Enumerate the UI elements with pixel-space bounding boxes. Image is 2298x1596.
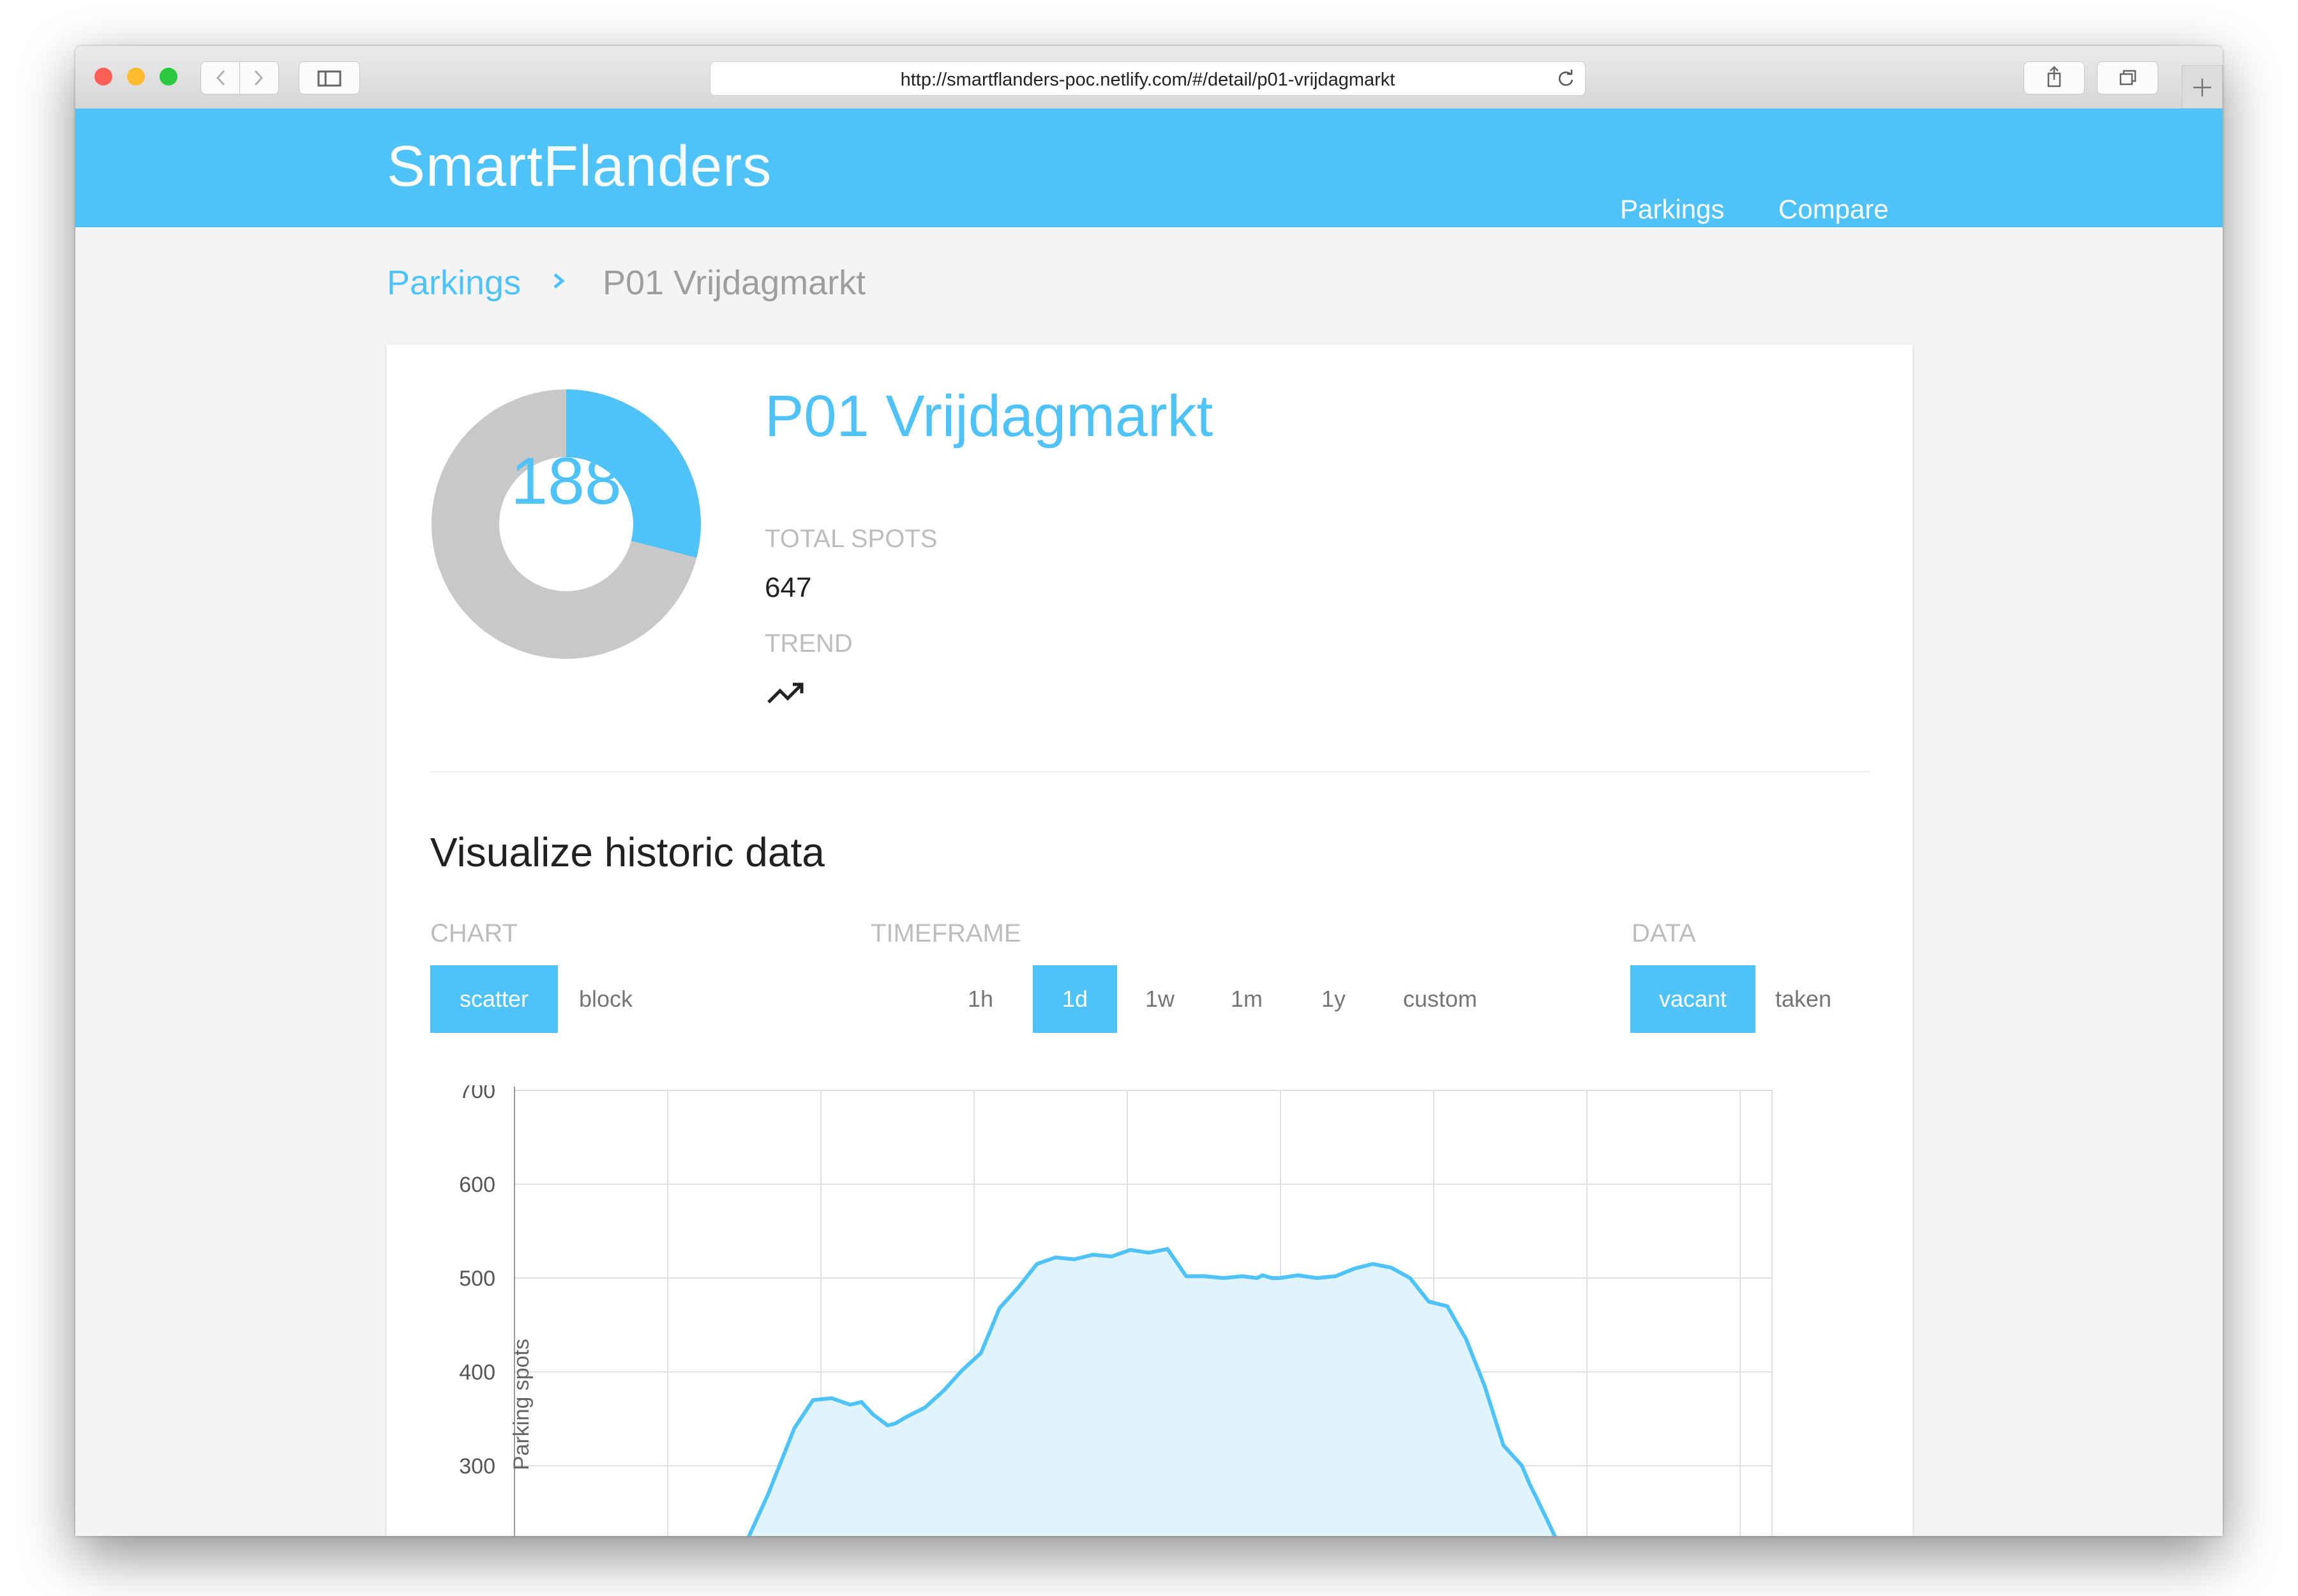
nav-link-compare[interactable]: Compare [1778, 194, 1889, 225]
timeframe-option-1y[interactable]: 1y [1291, 965, 1376, 1033]
app-navbar: SmartFlanders Parkings Compare [75, 109, 2223, 227]
historic-data-title: Visualize historic data [430, 829, 825, 875]
section-divider [430, 771, 1870, 772]
available-spots-value: 188 [511, 444, 622, 518]
timeframe-option-custom[interactable]: custom [1376, 965, 1504, 1033]
url-text: http://smartflanders-poc.netlify.com/#/d… [900, 70, 1395, 90]
nav-link-parkings[interactable]: Parkings [1620, 194, 1724, 225]
data-type-label: DATA [1632, 919, 1696, 947]
zoom-window-icon[interactable] [160, 68, 177, 86]
new-tab-button[interactable] [2182, 65, 2223, 109]
breadcrumb-link-parkings[interactable]: Parkings [387, 263, 521, 303]
timeframe-option-1d[interactable]: 1d [1033, 965, 1117, 1033]
chart-option-block[interactable]: block [558, 965, 654, 1033]
y-tick-label: 700 [459, 1085, 495, 1103]
reload-icon[interactable] [1556, 68, 1576, 89]
share-icon [2047, 66, 2061, 87]
data-option-vacant[interactable]: vacant [1630, 965, 1755, 1033]
total-spots-label: TOTAL SPOTS [765, 525, 938, 553]
tabs-icon [2119, 70, 2137, 86]
minimize-window-icon[interactable] [127, 68, 145, 86]
close-window-icon[interactable] [94, 68, 112, 86]
plus-icon [2193, 79, 2211, 96]
y-tick-label: 600 [459, 1173, 495, 1197]
timeframe-option-1m[interactable]: 1m [1203, 965, 1291, 1033]
breadcrumb-current: P01 Vrijdagmarkt [603, 264, 866, 302]
back-button[interactable] [200, 61, 240, 94]
chevron-right-icon [553, 273, 565, 289]
data-option-taken[interactable]: taken [1755, 965, 1851, 1033]
y-axis-ticks: 700600500400300200 [459, 1085, 495, 1479]
browser-toolbar: http://smartflanders-poc.netlify.com/#/d… [75, 46, 2223, 109]
y-axis-title: Parking spots [509, 1339, 534, 1470]
chart-area-fill [749, 1249, 1555, 1536]
sidebar-icon [317, 70, 342, 87]
historic-area-chart: 700600500400300200 Parking spots [459, 1085, 1773, 1536]
occupancy-donut-chart [432, 389, 701, 659]
y-tick-label: 300 [459, 1454, 495, 1479]
timeframe-option-1h[interactable]: 1h [949, 965, 1012, 1033]
chart-type-label: CHART [430, 919, 518, 947]
address-bar[interactable]: http://smartflanders-poc.netlify.com/#/d… [710, 61, 1586, 96]
parking-detail-card: 188 P01 Vrijdagmarkt TOTAL SPOTS 647 TRE… [387, 345, 1912, 1536]
total-spots-value: 647 [765, 572, 812, 603]
show-tabs-button[interactable] [2097, 61, 2158, 94]
y-tick-label: 400 [459, 1360, 495, 1385]
trending-up-icon [767, 682, 804, 704]
timeframe-option-1w[interactable]: 1w [1117, 965, 1203, 1033]
browser-window: http://smartflanders-poc.netlify.com/#/d… [75, 46, 2223, 1536]
sidebar-toggle-button[interactable] [299, 61, 360, 94]
y-tick-label: 500 [459, 1267, 495, 1291]
chevron-left-icon [216, 70, 225, 86]
chevron-right-icon [254, 70, 264, 86]
trend-label: TREND [765, 629, 853, 658]
forward-button[interactable] [239, 61, 279, 94]
timeframe-label: TIMEFRAME [871, 919, 1021, 947]
parking-title: P01 Vrijdagmarkt [765, 384, 1213, 449]
chart-option-scatter[interactable]: scatter [430, 965, 558, 1033]
brand-logo[interactable]: SmartFlanders [387, 134, 772, 200]
share-button[interactable] [2024, 61, 2085, 94]
